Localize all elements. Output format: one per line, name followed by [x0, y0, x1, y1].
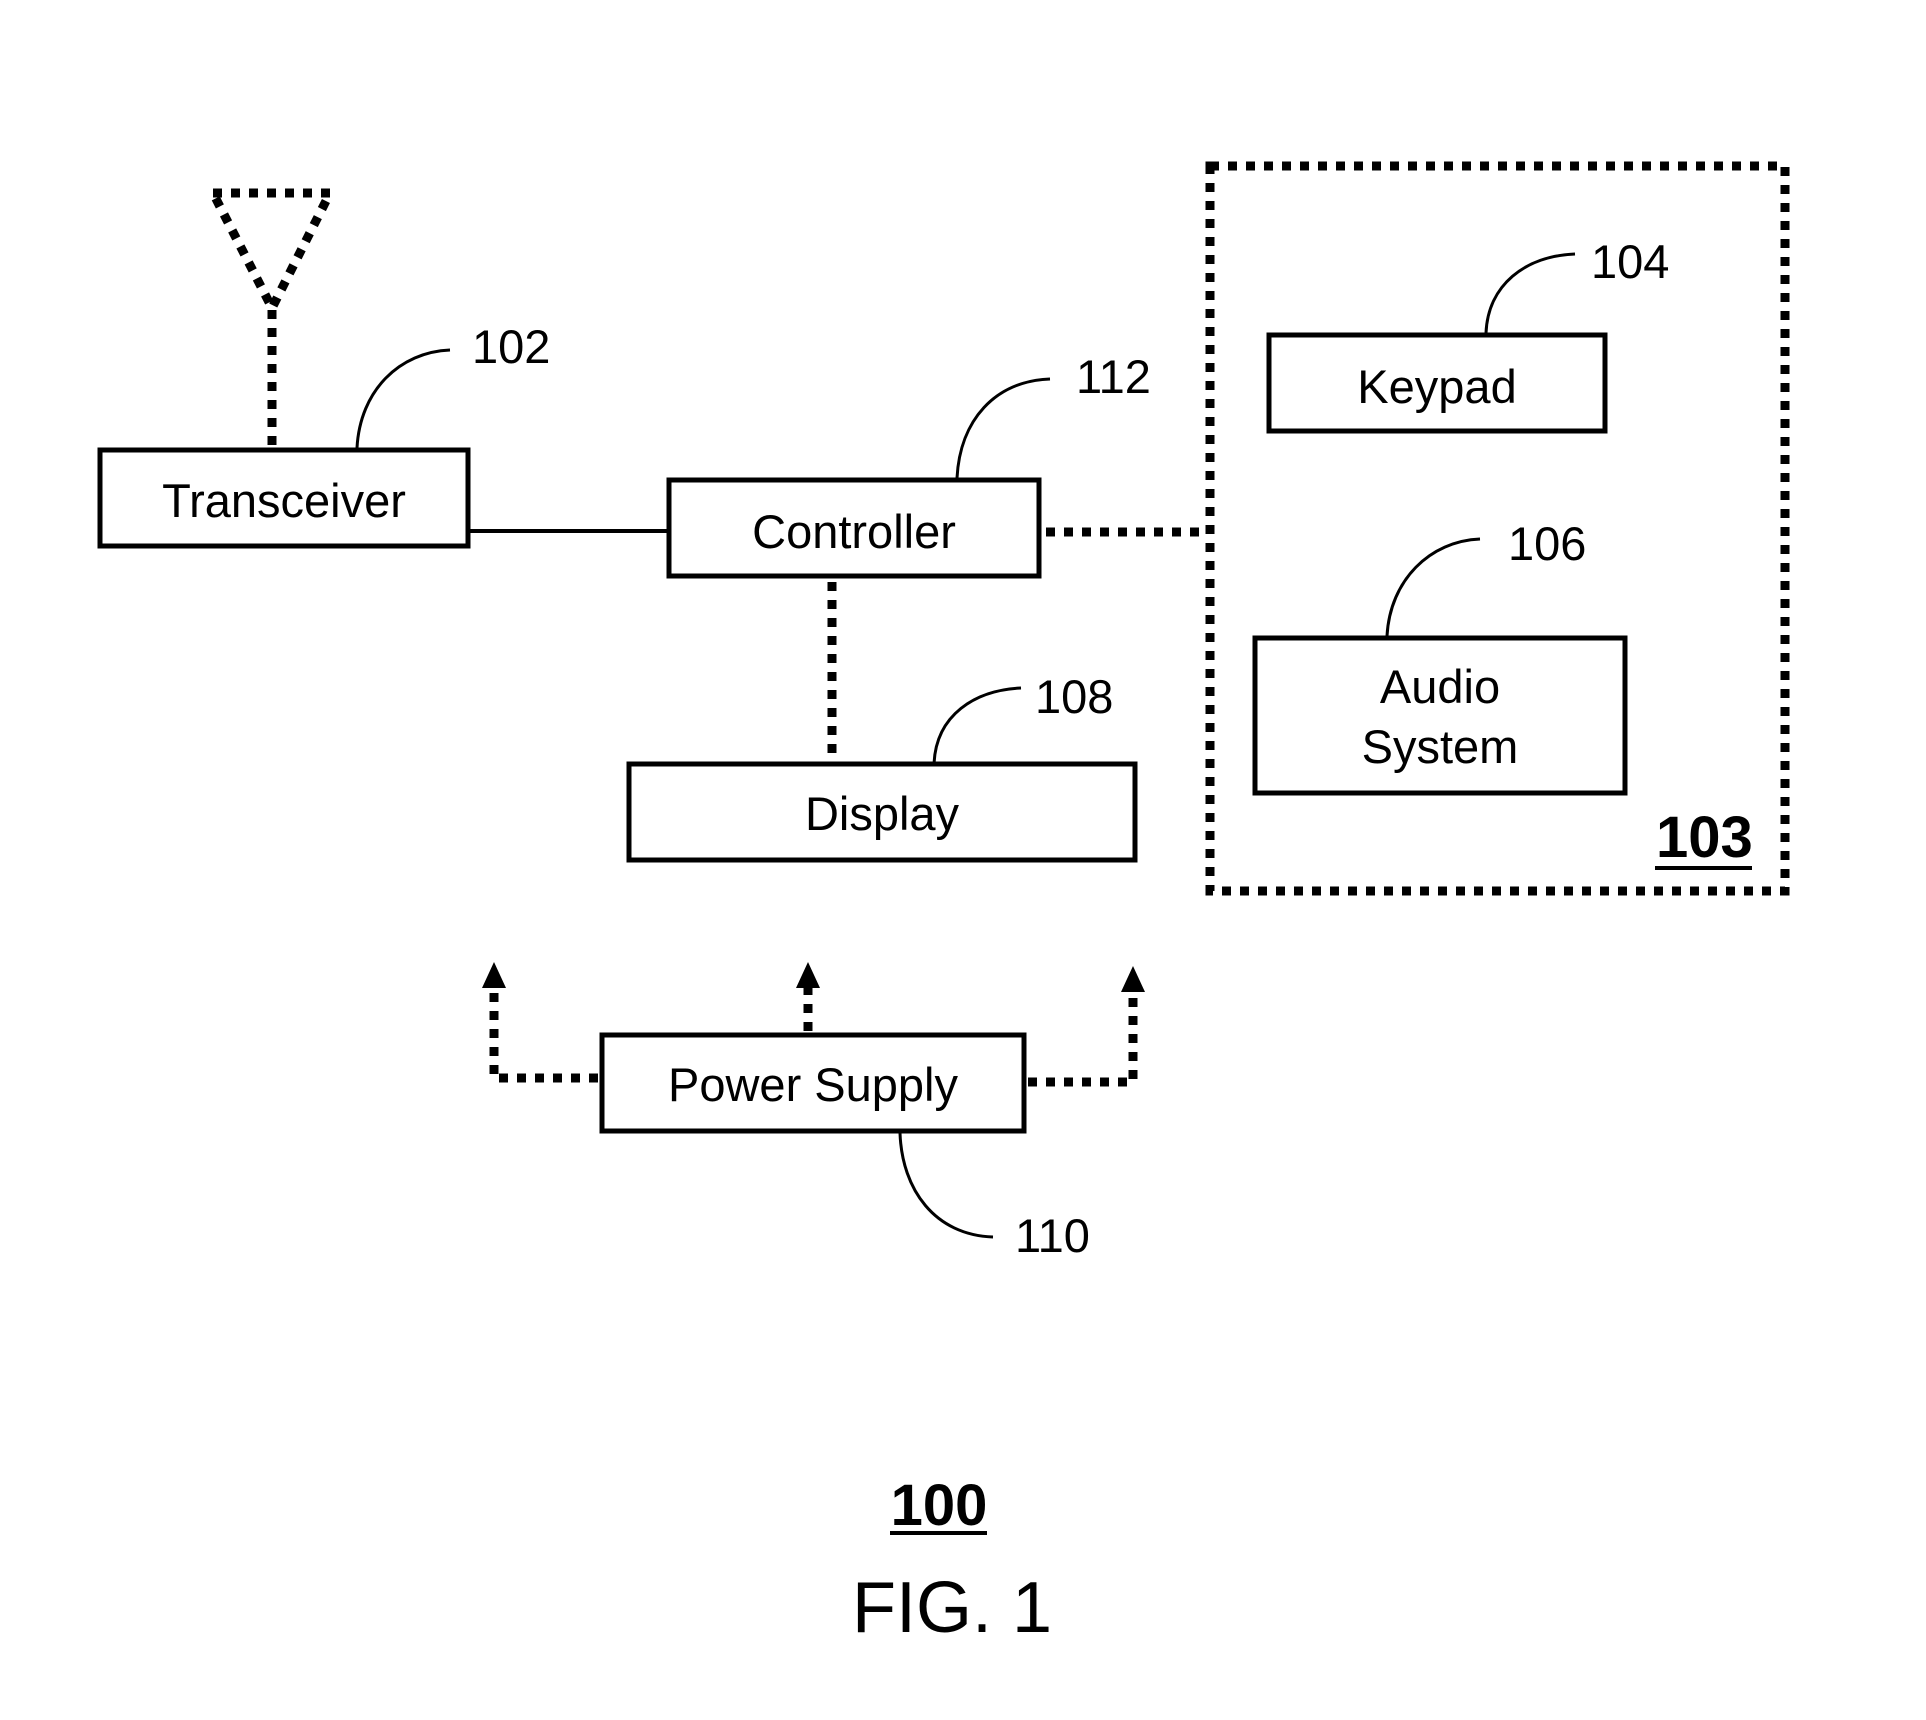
ref-106: 106 — [1508, 517, 1586, 570]
figure-number: 100 — [891, 1473, 988, 1538]
ref-102: 102 — [472, 320, 550, 373]
controller-label: Controller — [752, 505, 956, 558]
display-label: Display — [805, 787, 960, 840]
audio-system-label-line1: Audio — [1380, 660, 1500, 713]
block-diagram: Transceiver 102 Controller 112 Display 1… — [97, 161, 1790, 1648]
power-arrow-up — [796, 962, 820, 1031]
leader-104 — [1484, 252, 1576, 334]
arrowhead-icon — [1121, 966, 1145, 992]
leader-106 — [1385, 537, 1481, 637]
ref-110: 110 — [1015, 1209, 1090, 1262]
arrowhead-icon — [796, 962, 820, 988]
figure-caption: FIG. 1 — [852, 1568, 1052, 1648]
power-arrow-right — [1028, 966, 1145, 1087]
keypad-block: Keypad — [1266, 332, 1608, 434]
ref-104: 104 — [1591, 235, 1669, 288]
audio-system-label-line2: System — [1362, 720, 1519, 773]
ref-112: 112 — [1076, 350, 1151, 403]
leader-108 — [932, 686, 1022, 765]
power-arrow-left — [482, 962, 598, 1083]
ref-108: 108 — [1035, 670, 1113, 723]
antenna-icon — [208, 188, 335, 446]
ref-103: 103 — [1656, 805, 1753, 870]
keypad-label: Keypad — [1357, 360, 1516, 413]
arrowhead-icon — [482, 962, 506, 988]
display-block: Display — [626, 761, 1138, 863]
power-supply-label: Power Supply — [668, 1058, 958, 1111]
power-supply-block: Power Supply — [599, 1032, 1027, 1134]
transceiver-block: Transceiver — [97, 447, 471, 549]
controller-block: Controller — [666, 477, 1042, 579]
leader-102 — [355, 348, 451, 449]
audio-system-block: Audio System — [1252, 635, 1628, 796]
leader-110 — [898, 1132, 994, 1239]
transceiver-label: Transceiver — [162, 474, 406, 527]
leader-112 — [955, 377, 1051, 479]
